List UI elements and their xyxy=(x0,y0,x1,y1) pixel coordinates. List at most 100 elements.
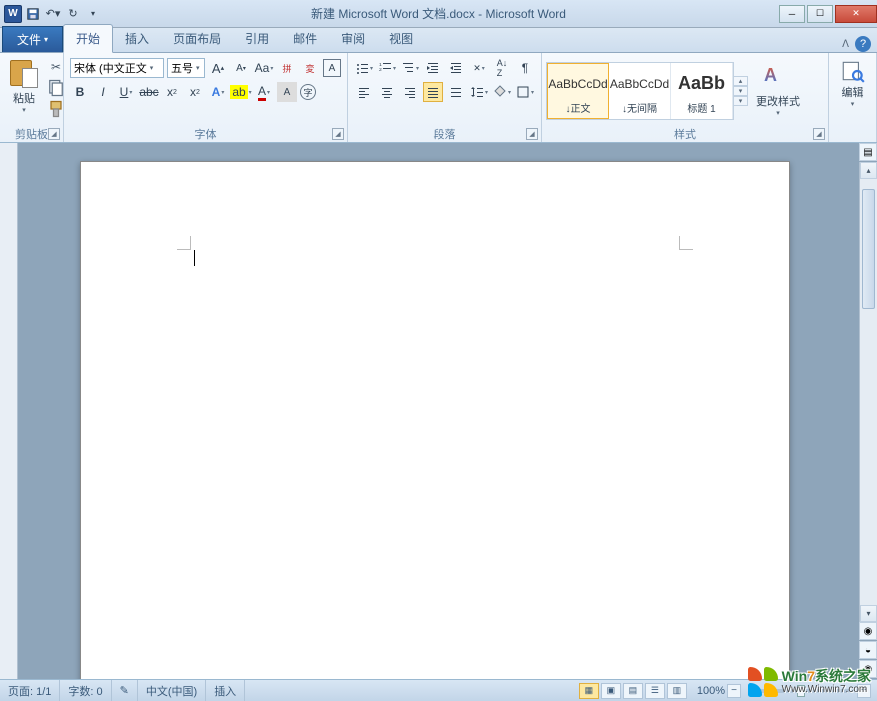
zoom-slider[interactable] xyxy=(749,689,849,693)
prev-page-icon[interactable]: ◉ xyxy=(859,622,877,640)
align-right-icon[interactable] xyxy=(400,82,420,102)
status-proofing-icon[interactable]: ✎ xyxy=(112,680,138,701)
close-button[interactable]: ✕ xyxy=(835,5,877,23)
bold-button[interactable]: B xyxy=(70,82,90,102)
numbering-icon[interactable]: 12 xyxy=(377,58,397,78)
show-marks-icon[interactable]: ¶ xyxy=(515,58,535,78)
document-viewport[interactable] xyxy=(18,143,859,679)
tab-references[interactable]: 引用 xyxy=(233,25,281,52)
bullets-icon[interactable] xyxy=(354,58,374,78)
clear-format-icon[interactable]: 変 xyxy=(300,58,320,78)
align-center-icon[interactable] xyxy=(377,82,397,102)
scroll-down-icon[interactable]: ▾ xyxy=(860,605,877,622)
asian-layout-icon[interactable]: ✕ xyxy=(469,58,489,78)
zoom-out-button[interactable]: − xyxy=(727,684,741,698)
view-full-screen-icon[interactable]: ▣ xyxy=(601,683,621,699)
status-page[interactable]: 页面: 1/1 xyxy=(0,680,60,701)
zoom-thumb[interactable] xyxy=(797,685,805,697)
char-shading-icon[interactable]: A xyxy=(277,82,297,102)
redo-icon[interactable]: ↻ xyxy=(64,5,82,23)
paste-button[interactable]: 粘贴 ▾ xyxy=(4,56,44,116)
justify-icon[interactable] xyxy=(423,82,443,102)
zoom-percent[interactable]: 100% xyxy=(697,685,725,697)
char-border-icon[interactable]: A xyxy=(323,59,341,77)
italic-button[interactable]: I xyxy=(93,82,113,102)
increase-indent-icon[interactable] xyxy=(446,58,466,78)
styles-dialog-launcher[interactable]: ◢ xyxy=(813,128,825,140)
borders-icon[interactable] xyxy=(515,82,535,102)
view-print-layout-icon[interactable]: ▦ xyxy=(579,683,599,699)
group-font: 宋体 (中文正文 五号 A▴ A▾ Aa 拼 変 A B I U abc x2 … xyxy=(64,53,348,142)
strikethrough-button[interactable]: abc xyxy=(139,82,159,102)
ribbon-collapse-icon[interactable]: ᐱ xyxy=(842,39,849,50)
scroll-thumb[interactable] xyxy=(862,189,875,309)
minimize-button[interactable]: ─ xyxy=(779,5,805,23)
shrink-font-icon[interactable]: A▾ xyxy=(231,58,251,78)
tab-insert[interactable]: 插入 xyxy=(113,25,161,52)
font-color-icon[interactable]: A xyxy=(254,82,274,102)
superscript-button[interactable]: x2 xyxy=(185,82,205,102)
tab-review[interactable]: 审阅 xyxy=(329,25,377,52)
word-app-icon: W xyxy=(4,5,22,23)
grow-font-icon[interactable]: A▴ xyxy=(208,58,228,78)
text-effects-icon[interactable]: A xyxy=(208,82,228,102)
distribute-icon[interactable] xyxy=(446,82,466,102)
save-icon[interactable] xyxy=(24,5,42,23)
style-normal[interactable]: AaBbCcDd ↓正文 xyxy=(547,63,609,119)
view-draft-icon[interactable]: ▥ xyxy=(667,683,687,699)
clipboard-dialog-launcher[interactable]: ◢ xyxy=(48,128,60,140)
align-left-icon[interactable] xyxy=(354,82,374,102)
gallery-down-icon[interactable]: ▾ xyxy=(734,86,748,96)
qat-more-icon[interactable]: ▾ xyxy=(84,5,102,23)
editing-label: 编辑 xyxy=(842,84,864,100)
tab-mailings[interactable]: 邮件 xyxy=(281,25,329,52)
ruler-toggle-icon[interactable]: ▤ xyxy=(859,143,877,161)
status-insert-mode[interactable]: 插入 xyxy=(206,680,245,701)
scroll-up-icon[interactable]: ▴ xyxy=(860,162,877,179)
tab-home[interactable]: 开始 xyxy=(63,24,113,53)
gallery-more-icon[interactable]: ▾ xyxy=(734,96,748,106)
view-outline-icon[interactable]: ☰ xyxy=(645,683,665,699)
undo-icon[interactable]: ↶▾ xyxy=(44,5,62,23)
change-styles-button[interactable]: A 更改样式 ▾ xyxy=(748,63,808,119)
tab-view[interactable]: 视图 xyxy=(377,25,425,52)
highlight-icon[interactable]: ab xyxy=(231,82,251,102)
status-bar: 页面: 1/1 字数: 0 ✎ 中文(中国) 插入 ▦ ▣ ▤ ☰ ▥ 100%… xyxy=(0,679,877,701)
status-language[interactable]: 中文(中国) xyxy=(138,680,206,701)
status-word-count[interactable]: 字数: 0 xyxy=(60,680,111,701)
sort-icon[interactable]: A↓Z xyxy=(492,58,512,78)
paragraph-dialog-launcher[interactable]: ◢ xyxy=(526,128,538,140)
change-styles-label: 更改样式 xyxy=(756,93,800,109)
tab-page-layout[interactable]: 页面布局 xyxy=(161,25,233,52)
scroll-track[interactable] xyxy=(860,179,877,605)
change-case-icon[interactable]: Aa xyxy=(254,58,274,78)
view-web-icon[interactable]: ▤ xyxy=(623,683,643,699)
multilevel-list-icon[interactable] xyxy=(400,58,420,78)
font-size-combo[interactable]: 五号 xyxy=(167,58,205,78)
shading-icon[interactable] xyxy=(492,82,512,102)
file-tab[interactable]: 文件 xyxy=(2,26,63,52)
subscript-button[interactable]: x2 xyxy=(162,82,182,102)
copy-icon[interactable] xyxy=(46,79,66,97)
next-page-icon[interactable]: ◉ xyxy=(859,660,877,678)
font-name-combo[interactable]: 宋体 (中文正文 xyxy=(70,58,164,78)
help-icon[interactable]: ? xyxy=(855,36,871,52)
decrease-indent-icon[interactable] xyxy=(423,58,443,78)
style-heading1[interactable]: AaBb 标题 1 xyxy=(671,63,733,119)
maximize-button[interactable]: ☐ xyxy=(807,5,833,23)
browse-object-icon[interactable]: ◒ xyxy=(859,641,877,659)
vertical-scrollbar[interactable]: ▴ ▾ xyxy=(859,162,877,622)
enclose-char-icon[interactable]: 字 xyxy=(300,84,316,100)
style-no-spacing[interactable]: AaBbCcDd ↓无间隔 xyxy=(609,63,671,119)
page[interactable] xyxy=(80,161,790,679)
vertical-ruler[interactable] xyxy=(0,143,18,679)
gallery-up-icon[interactable]: ▴ xyxy=(734,76,748,86)
line-spacing-icon[interactable] xyxy=(469,82,489,102)
cut-icon[interactable]: ✂ xyxy=(46,58,66,76)
format-painter-icon[interactable] xyxy=(46,100,66,118)
zoom-in-button[interactable]: + xyxy=(857,684,871,698)
font-dialog-launcher[interactable]: ◢ xyxy=(332,128,344,140)
phonetic-guide-icon[interactable]: 拼 xyxy=(277,58,297,78)
underline-button[interactable]: U xyxy=(116,82,136,102)
editing-button[interactable]: 编辑 ▾ xyxy=(833,56,872,110)
